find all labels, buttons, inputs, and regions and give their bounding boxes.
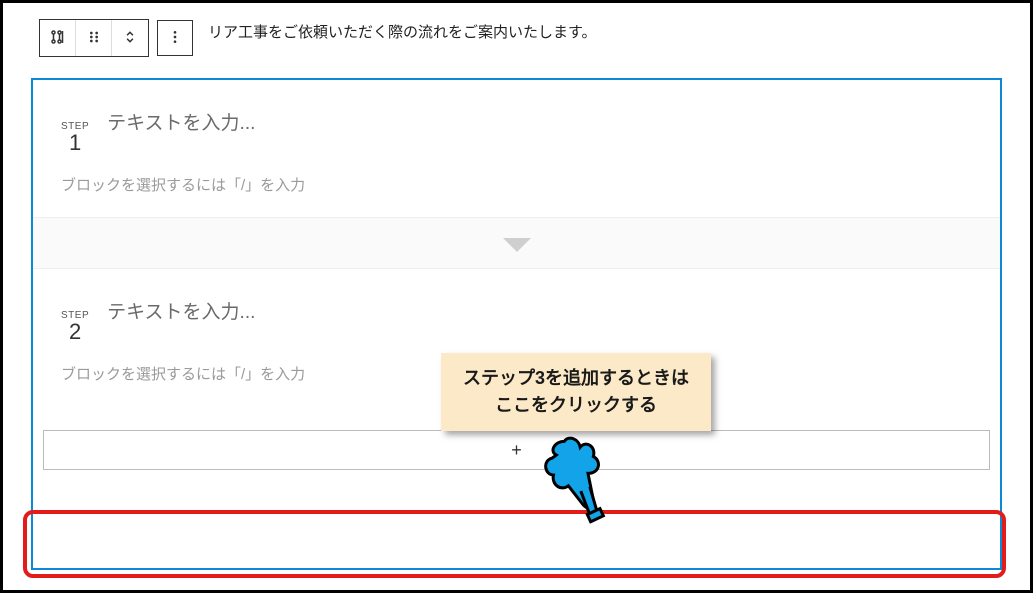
plus-icon: + — [511, 440, 522, 461]
add-step-button[interactable]: + — [43, 430, 990, 470]
move-button[interactable] — [112, 20, 148, 56]
step-header: STEP 1 テキストを入力... — [61, 108, 972, 154]
steps-container[interactable]: STEP 1 テキストを入力... ブロックを選択するには「/」を入力 STEP… — [31, 78, 1002, 570]
step-number: 1 — [69, 132, 81, 154]
callout-line-1: ステップ3を追加するときは — [463, 365, 689, 392]
header-text: リア工事をご依頼いただく際の流れをご案内いたします。 — [198, 24, 597, 41]
step-number: 2 — [69, 321, 81, 343]
step-number-badge: STEP 2 — [61, 311, 89, 343]
header-text-row: リア工事をご依頼いただく際の流れをご案内いたします。 — [198, 21, 597, 42]
more-vertical-icon — [167, 29, 183, 48]
block-toolbar — [27, 11, 205, 65]
chevron-down-icon — [503, 238, 531, 252]
settings-icon — [49, 28, 67, 49]
step-title-input[interactable]: テキストを入力... — [107, 297, 255, 324]
toolbar-group — [39, 19, 149, 57]
drag-handle-button[interactable] — [76, 20, 112, 56]
block-type-button[interactable] — [40, 20, 76, 56]
step-body-input[interactable]: ブロックを選択するには「/」を入力 — [61, 174, 972, 195]
step-title-input[interactable]: テキストを入力... — [107, 108, 255, 135]
annotation-callout: ステップ3を追加するときは ここをクリックする — [441, 353, 711, 431]
step-divider — [33, 217, 1000, 269]
step-number-badge: STEP 1 — [61, 122, 89, 154]
chevron-updown-icon — [123, 28, 137, 49]
pointer-hand-icon — [533, 433, 623, 533]
drag-icon — [86, 29, 102, 48]
step-header: STEP 2 テキストを入力... — [61, 297, 972, 343]
callout-line-2: ここをクリックする — [463, 392, 689, 419]
more-options-button[interactable] — [157, 20, 193, 56]
step-block-1[interactable]: STEP 1 テキストを入力... ブロックを選択するには「/」を入力 — [33, 80, 1000, 217]
